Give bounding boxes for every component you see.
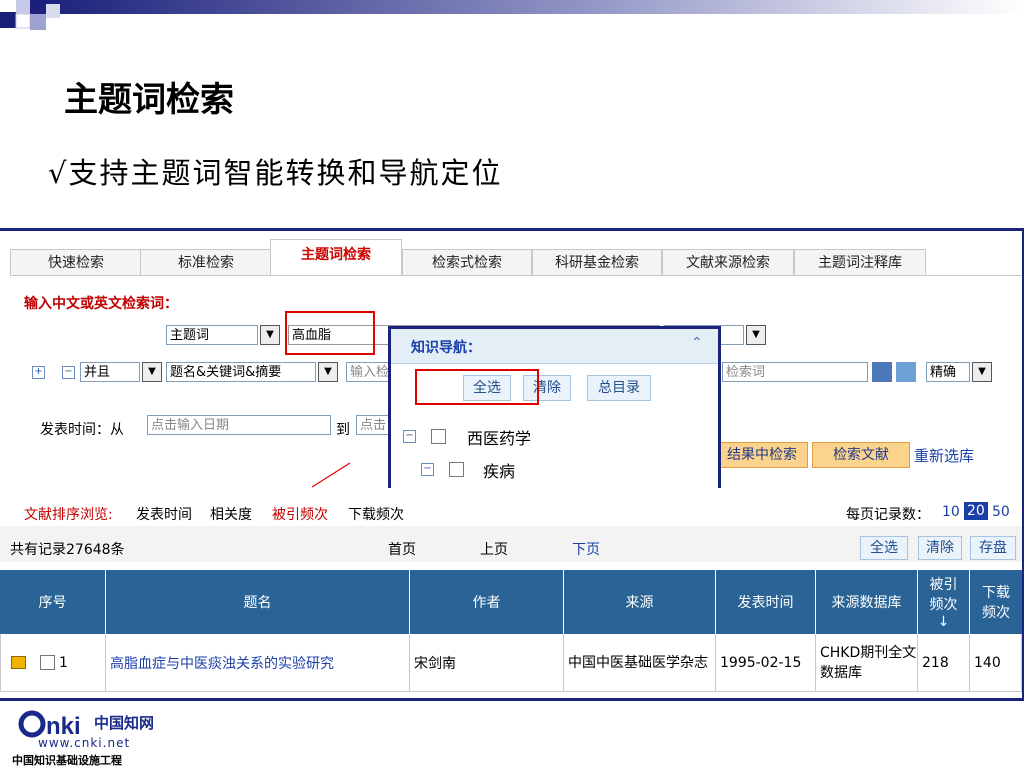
pager-next[interactable]: 下页 bbox=[572, 539, 600, 559]
keyword-input[interactable]: 检索词 bbox=[722, 362, 868, 382]
per-page-label: 每页记录数： bbox=[846, 507, 930, 523]
pager-prev[interactable]: 上页 bbox=[480, 539, 508, 559]
save-button[interactable]: 存盘 bbox=[970, 536, 1016, 560]
tab-expression-search[interactable]: 检索式检索 bbox=[402, 249, 532, 276]
row-author[interactable]: 宋剑南 bbox=[410, 634, 564, 692]
date-to-input[interactable]: 点击 bbox=[356, 415, 392, 435]
sort-label: 文献排序浏览: bbox=[24, 507, 113, 523]
tab-quick-search[interactable]: 快速检索 bbox=[10, 249, 142, 276]
chevron-down-icon[interactable]: ▼ bbox=[972, 362, 992, 382]
col-date[interactable]: 发表时间 bbox=[716, 570, 816, 634]
search-documents-button[interactable]: 检索文献 bbox=[812, 442, 910, 468]
row-checkbox[interactable] bbox=[40, 655, 55, 670]
logo-cn-text: 中国知网 bbox=[94, 714, 155, 732]
table-row: 1 bbox=[0, 634, 106, 692]
row-title[interactable]: 高脂血症与中医痰浊关系的实验研究 bbox=[106, 634, 410, 692]
pager-first[interactable]: 首页 bbox=[388, 539, 416, 559]
field2-select[interactable]: 题名&关键词&摘要 bbox=[166, 362, 316, 382]
logo-tagline: 中国知识基础设施工程 bbox=[12, 754, 122, 767]
sort-by-downloads[interactable]: 下载频次 bbox=[348, 504, 404, 524]
sort-by-relevance[interactable]: 相关度 bbox=[210, 504, 252, 524]
minus-icon[interactable]: − bbox=[62, 366, 75, 379]
clear-button[interactable]: 清除 bbox=[918, 536, 962, 560]
col-source[interactable]: 来源 bbox=[564, 570, 716, 634]
tree-node-disease[interactable]: 疾病 bbox=[483, 458, 515, 482]
knowledge-nav-panel: 知识导航： ⌃ 全选 清除 总目录 − 西医药学 − 疾病 bbox=[388, 326, 721, 489]
sort-by-date[interactable]: 发表时间 bbox=[136, 504, 192, 524]
tab-source-search[interactable]: 文献来源检索 bbox=[662, 249, 794, 276]
total-records: 共有记录27648条 bbox=[10, 542, 125, 558]
reselect-db-link[interactable]: 重新选库 bbox=[914, 445, 974, 466]
grid-icon[interactable] bbox=[896, 362, 916, 382]
top-decoration bbox=[0, 0, 1024, 40]
pointer-line bbox=[311, 462, 351, 488]
date-to-label: 到 bbox=[336, 422, 350, 438]
tab-standard-search[interactable]: 标准检索 bbox=[140, 249, 272, 276]
row-database: CHKD期刊全文数据库 bbox=[816, 634, 918, 692]
chevron-down-icon[interactable]: ▼ bbox=[142, 362, 162, 382]
tab-subject-annotation[interactable]: 主题词注释库 bbox=[794, 249, 926, 276]
row-index: 1 bbox=[59, 654, 68, 671]
tab-fund-search[interactable]: 科研基金检索 bbox=[532, 249, 662, 276]
nav-catalog-button[interactable]: 总目录 bbox=[587, 375, 651, 401]
row-cited: 218 bbox=[918, 634, 970, 692]
highlight-term-box bbox=[285, 311, 375, 355]
col-cited[interactable]: 被引频次↓ bbox=[918, 570, 970, 634]
date-from-input[interactable]: 点击输入日期 bbox=[147, 415, 331, 435]
tree-checkbox[interactable] bbox=[449, 462, 464, 477]
row-source[interactable]: 中国中医基础医学杂志 bbox=[564, 634, 716, 692]
knowledge-nav-header: 知识导航： ⌃ bbox=[391, 329, 718, 364]
chevron-down-icon[interactable]: ▼ bbox=[746, 325, 766, 345]
sort-by-cited[interactable]: 被引频次 bbox=[272, 504, 328, 524]
highlight-select-all-box bbox=[415, 369, 539, 405]
collapse-icon[interactable]: ⌃ bbox=[691, 335, 703, 351]
logo-url: www.cnki.net bbox=[38, 736, 131, 750]
tree-checkbox[interactable] bbox=[431, 429, 446, 444]
cnki-logo: nki 中国知网 www.cnki.net 中国知识基础设施工程 bbox=[12, 710, 182, 767]
per-page-10[interactable]: 10 bbox=[942, 504, 960, 520]
search-panel-screenshot: 快速检索 标准检索 主题词检索 检索式检索 科研基金检索 文献来源检索 主题词注… bbox=[0, 228, 1024, 492]
tree-collapse-icon[interactable]: − bbox=[403, 430, 416, 443]
col-author[interactable]: 作者 bbox=[410, 570, 564, 634]
select-all-button[interactable]: 全选 bbox=[860, 536, 908, 560]
result-list-screenshot: 文献排序浏览: 发表时间 相关度 被引频次 下载频次 每页记录数： 10 20 … bbox=[0, 488, 1024, 701]
tree-collapse-icon[interactable]: − bbox=[421, 463, 434, 476]
expand-icon[interactable] bbox=[872, 362, 892, 382]
col-database[interactable]: 来源数据库 bbox=[816, 570, 918, 634]
per-page-20[interactable]: 20 bbox=[964, 502, 988, 520]
col-downloads[interactable]: 下载频次 bbox=[970, 570, 1022, 634]
tab-divider bbox=[10, 275, 1022, 276]
row-downloads: 140 bbox=[970, 634, 1022, 692]
plus-icon[interactable]: + bbox=[32, 366, 45, 379]
col-title[interactable]: 题名 bbox=[106, 570, 410, 634]
gradient-bar bbox=[0, 0, 1024, 30]
logic-select[interactable]: 并且 bbox=[80, 362, 140, 382]
precision-select[interactable]: 精确 bbox=[926, 362, 970, 382]
tab-subject-search[interactable]: 主题词检索 bbox=[270, 239, 402, 276]
chevron-down-icon[interactable]: ▼ bbox=[260, 325, 280, 345]
search-prompt: 输入中文或英文检索词： bbox=[24, 296, 178, 312]
slide-title: 主题词检索 bbox=[64, 80, 234, 120]
field-select[interactable]: 主题词 bbox=[166, 325, 258, 345]
per-page-50[interactable]: 50 bbox=[992, 504, 1010, 520]
col-index[interactable]: 序号 bbox=[0, 570, 106, 634]
search-in-results-button[interactable]: 结果中检索 bbox=[716, 442, 808, 468]
date-label: 发表时间：从 bbox=[40, 422, 124, 438]
folder-icon[interactable] bbox=[11, 656, 26, 669]
slide-subtitle: √支持主题词智能转换和导航定位 bbox=[48, 156, 503, 190]
keyword-input-left[interactable]: 输入检 bbox=[346, 362, 390, 382]
chevron-down-icon[interactable]: ▼ bbox=[318, 362, 338, 382]
knowledge-nav-title: 知识导航： bbox=[411, 340, 481, 356]
row-date: 1995-02-15 bbox=[716, 634, 816, 692]
tree-node-western-medicine[interactable]: 西医药学 bbox=[467, 425, 531, 449]
